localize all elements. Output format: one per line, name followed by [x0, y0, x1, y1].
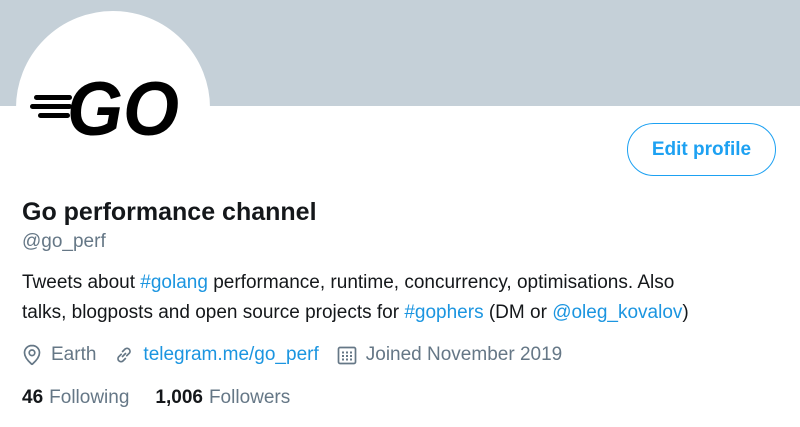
profile-name: Go performance channel: [22, 198, 317, 226]
following-count: 46: [22, 387, 44, 408]
joined-text: Joined November 2019: [365, 344, 563, 365]
hashtag-gophers-link[interactable]: #gophers: [404, 302, 483, 323]
edit-profile-button[interactable]: Edit profile: [627, 123, 776, 176]
bio-line-1: Tweets about #golang performance, runtim…: [22, 268, 782, 298]
bio-text: Tweets about: [22, 272, 141, 293]
bio-text: performance, runtime, concurrency, optim…: [207, 272, 675, 293]
profile-stats: 46 Following 1,006 Followers: [22, 384, 316, 412]
location-pin-icon: [23, 344, 41, 366]
location-text: Earth: [51, 344, 97, 365]
joined-item: Joined November 2019: [337, 344, 562, 366]
bio-text: talks, blogposts and open source project…: [22, 302, 405, 323]
followers-count: 1,006: [155, 387, 203, 408]
following-label: Following: [49, 387, 130, 408]
link-icon: [117, 347, 132, 363]
following-stat[interactable]: 46 Following: [22, 387, 129, 409]
bio-text: (DM or: [483, 302, 553, 323]
website-item[interactable]: telegram.me/go_perf: [114, 344, 319, 366]
followers-stat[interactable]: 1,006 Followers: [155, 387, 290, 409]
mention-oleg-kovalov-link[interactable]: @oleg_kovalov: [552, 302, 682, 323]
calendar-icon: [337, 346, 357, 365]
profile-bio: Tweets about #golang performance, runtim…: [22, 268, 782, 328]
profile-meta: Earth telegram.me/go_perf Joined Novembe…: [22, 341, 580, 369]
avatar[interactable]: GO: [16, 11, 210, 205]
bio-line-2: talks, blogposts and open source project…: [22, 298, 782, 328]
profile-handle: @go_perf: [22, 231, 106, 252]
go-logo: GO: [30, 67, 179, 152]
location-item: Earth: [22, 344, 96, 366]
hashtag-golang-link[interactable]: #golang: [140, 272, 208, 293]
website-link[interactable]: telegram.me/go_perf: [143, 344, 318, 366]
followers-label: Followers: [208, 387, 291, 408]
go-logo-text: GO: [67, 67, 179, 152]
bio-text: ): [682, 302, 689, 323]
